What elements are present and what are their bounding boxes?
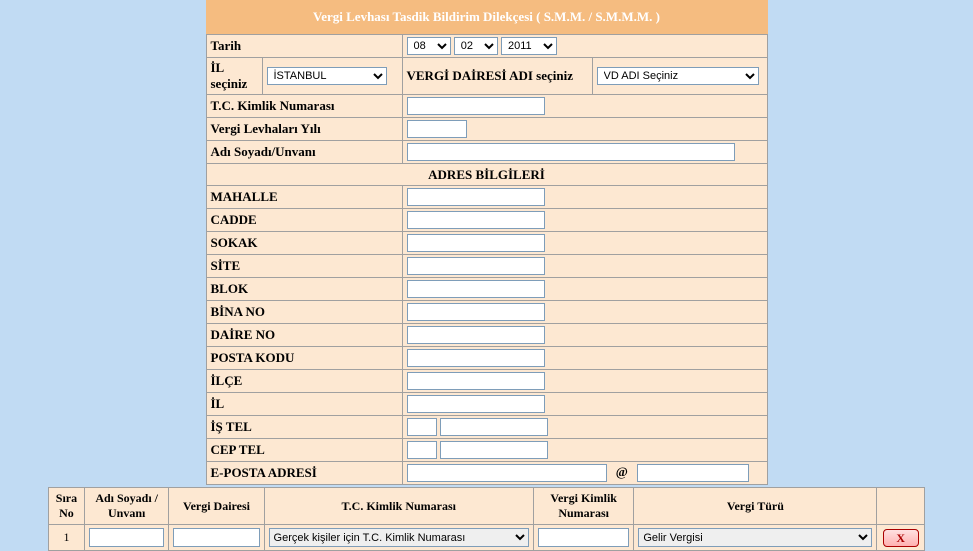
col-vergi-dairesi: Vergi Dairesi: [169, 488, 264, 525]
date-year-select[interactable]: 2011: [501, 37, 557, 55]
label-il-seciniz: İL seçiniz: [206, 58, 262, 95]
tc-kimlik-input[interactable]: [407, 97, 545, 115]
il-input[interactable]: [407, 395, 545, 413]
bottom-grid: Sıra No Adı Soyadı / Unvanı Vergi Daires…: [48, 487, 925, 551]
cadde-input[interactable]: [407, 211, 545, 229]
col-vergi-kimlik: Vergi Kimlik Numarası: [534, 488, 634, 525]
il-select[interactable]: İSTANBUL: [267, 67, 387, 85]
label-tarih: Tarih: [206, 35, 402, 58]
is-tel-area-input[interactable]: [407, 418, 437, 436]
vd-select[interactable]: VD ADI Seçiniz: [597, 67, 759, 85]
col-tc-kimlik: T.C. Kimlik Numarası: [264, 488, 533, 525]
label-blok: BLOK: [206, 278, 402, 301]
ilce-input[interactable]: [407, 372, 545, 390]
cell-sira-no: 1: [49, 525, 85, 551]
email-domain-input[interactable]: [637, 464, 749, 482]
cep-tel-area-input[interactable]: [407, 441, 437, 459]
email-at-symbol: @: [610, 464, 634, 479]
label-cadde: CADDE: [206, 209, 402, 232]
label-eposta: E-POSTA ADRESİ: [206, 462, 402, 485]
delete-row-button[interactable]: X: [883, 529, 919, 547]
is-tel-number-input[interactable]: [440, 418, 548, 436]
col-sira-no: Sıra No: [49, 488, 85, 525]
sokak-input[interactable]: [407, 234, 545, 252]
cep-tel-number-input[interactable]: [440, 441, 548, 459]
label-vergi-levhalari-yili: Vergi Levhaları Yılı: [206, 118, 402, 141]
label-posta-kodu: POSTA KODU: [206, 347, 402, 370]
bina-no-input[interactable]: [407, 303, 545, 321]
label-sokak: SOKAK: [206, 232, 402, 255]
col-adi-soyadi: Adı Soyadı / Unvanı: [84, 488, 169, 525]
posta-kodu-input[interactable]: [407, 349, 545, 367]
col-actions: [877, 488, 925, 525]
label-mahalle: MAHALLE: [206, 186, 402, 209]
label-site: SİTE: [206, 255, 402, 278]
main-form-table: Tarih 08 02 2011 İL seçiniz İSTANBUL VER…: [206, 34, 768, 485]
section-adres-bilgileri: ADRES BİLGİLERİ: [206, 164, 767, 186]
date-month-select[interactable]: 02: [454, 37, 498, 55]
label-il: İL: [206, 393, 402, 416]
blok-input[interactable]: [407, 280, 545, 298]
label-cep-tel: CEP TEL: [206, 439, 402, 462]
label-is-tel: İŞ TEL: [206, 416, 402, 439]
daire-no-input[interactable]: [407, 326, 545, 344]
label-bina-no: BİNA NO: [206, 301, 402, 324]
row-vergi-turu-select[interactable]: Gelir Vergisi: [638, 528, 872, 547]
label-adi-soyadi: Adı Soyadı/Unvanı: [206, 141, 402, 164]
table-row: 1 Gerçek kişiler için T.C. Kimlik Numara…: [49, 525, 925, 551]
label-vd-adi-seciniz: VERGİ DAİRESİ ADI seçiniz: [402, 58, 592, 95]
site-input[interactable]: [407, 257, 545, 275]
label-daire-no: DAİRE NO: [206, 324, 402, 347]
col-vergi-turu: Vergi Türü: [634, 488, 877, 525]
mahalle-input[interactable]: [407, 188, 545, 206]
date-day-select[interactable]: 08: [407, 37, 451, 55]
row-vergi-kimlik-input[interactable]: [538, 528, 629, 547]
adi-soyadi-input[interactable]: [407, 143, 735, 161]
email-user-input[interactable]: [407, 464, 607, 482]
label-tc-kimlik: T.C. Kimlik Numarası: [206, 95, 402, 118]
row-vergi-dairesi-input[interactable]: [173, 528, 259, 547]
row-adi-soyadi-input[interactable]: [89, 528, 165, 547]
label-ilce: İLÇE: [206, 370, 402, 393]
page-title: Vergi Levhası Tasdik Bildirim Dilekçesi …: [206, 0, 768, 34]
row-tc-kimlik-select[interactable]: Gerçek kişiler için T.C. Kimlik Numarası: [269, 528, 529, 547]
vergi-yili-input[interactable]: [407, 120, 467, 138]
